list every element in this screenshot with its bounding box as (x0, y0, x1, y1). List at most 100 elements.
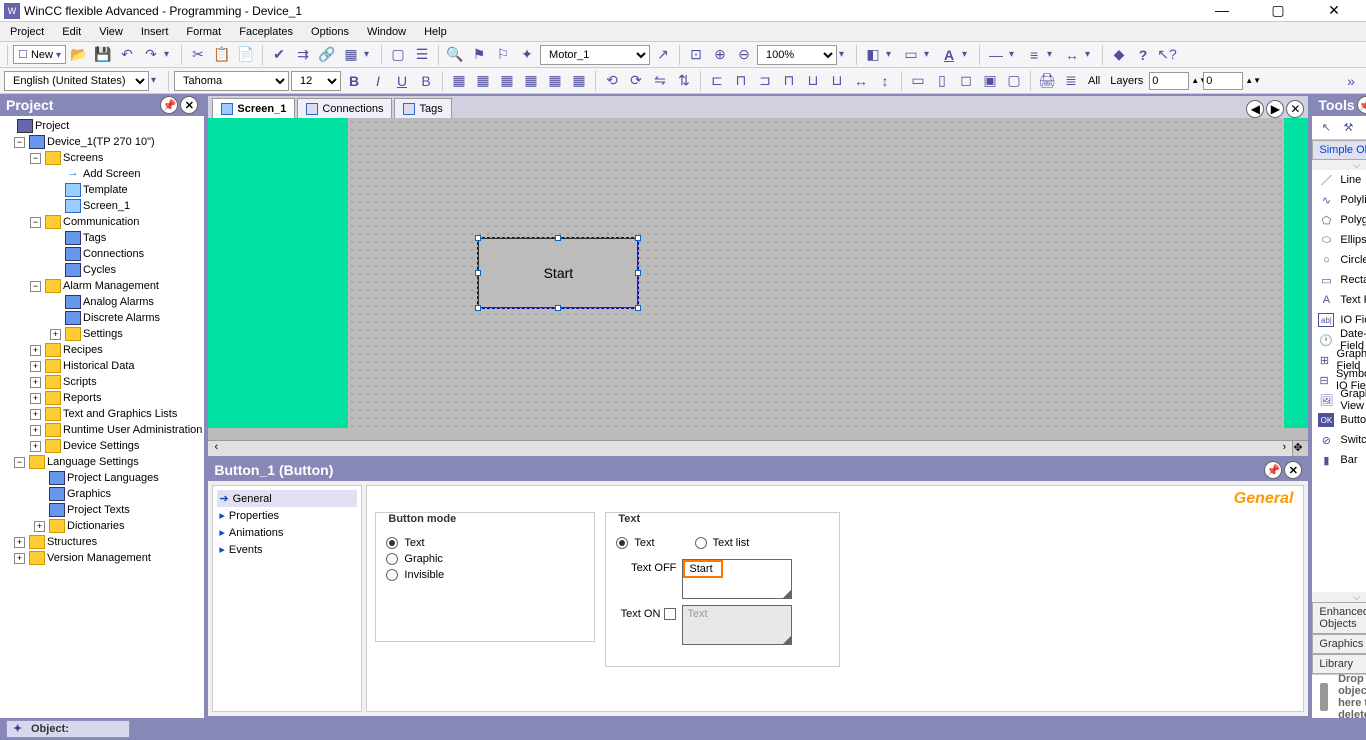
align-left-icon[interactable]: ▦ (448, 70, 470, 92)
fill-color-icon[interactable]: ◧ (862, 44, 884, 66)
tool-rectangle[interactable]: ▭Rectangle (1312, 270, 1366, 290)
zoom-in-icon[interactable]: ⊕ (709, 44, 731, 66)
line-color-icon[interactable]: ▭ (900, 44, 922, 66)
textlist-radio[interactable]: Text list (695, 537, 750, 549)
tree-proj-langs[interactable]: Project Languages (2, 470, 202, 486)
whats-this-icon[interactable]: ? (1132, 44, 1154, 66)
tree-discrete-alarms[interactable]: Discrete Alarms (2, 310, 202, 326)
zoom-dropdown[interactable]: ▾ (839, 49, 851, 60)
scroll-corner-icon[interactable]: ✥ (1292, 441, 1308, 456)
tab-prev-icon[interactable]: ◀ (1246, 100, 1264, 118)
font-combo[interactable]: Tahoma (174, 71, 289, 91)
transfer-icon[interactable]: ⇉ (292, 44, 314, 66)
resize-handle[interactable]: ⌵ (1312, 160, 1366, 170)
tree-communication[interactable]: −Communication (2, 214, 202, 230)
tool-ellipse[interactable]: ⬭Ellipse (1312, 230, 1366, 250)
tree-text-gfx[interactable]: +Text and Graphics Lists (2, 406, 202, 422)
text-radio[interactable]: Text (616, 537, 654, 549)
tool-graphic-io-field[interactable]: ⊞Graphic IO Field (1312, 350, 1366, 370)
tools-category-enhanced[interactable]: Enhanced Objects (1312, 602, 1366, 634)
canvas-grid[interactable]: Start (348, 118, 1284, 428)
tree-tags[interactable]: Tags (2, 230, 202, 246)
tree-template[interactable]: Template (2, 182, 202, 198)
tree-settings[interactable]: +Settings (2, 326, 202, 342)
align-middle-icon[interactable]: ▦ (544, 70, 566, 92)
tag-icon[interactable]: ⚐ (492, 44, 514, 66)
text-off-input[interactable] (683, 560, 723, 578)
menu-help[interactable]: Help (416, 24, 455, 40)
help-icon[interactable]: ◆ (1108, 44, 1130, 66)
layer-to[interactable] (1203, 72, 1243, 90)
tools-category-simple[interactable]: Simple Objects (1312, 140, 1366, 160)
pointer-icon[interactable]: ↖ (1318, 121, 1334, 135)
resize-handle-2[interactable]: ⌵ (1312, 592, 1366, 602)
panel-close-icon[interactable]: ✕ (180, 96, 198, 114)
layers-icon[interactable]: ≣ (1060, 70, 1082, 92)
find-icon[interactable]: 🔍 (444, 44, 466, 66)
tab-connections[interactable]: Connections (297, 98, 392, 118)
tree-proj-texts[interactable]: Project Texts (2, 502, 202, 518)
link-icon[interactable]: 🔗 (316, 44, 338, 66)
minimize-button[interactable]: — (1202, 2, 1242, 19)
same-height-icon[interactable]: ▯ (931, 70, 953, 92)
menu-edit[interactable]: Edit (54, 24, 89, 40)
menu-window[interactable]: Window (359, 24, 414, 40)
same-width-icon[interactable]: ▭ (907, 70, 929, 92)
context-help-icon[interactable]: ↖? (1156, 44, 1178, 66)
redo-icon[interactable]: ↷ (140, 44, 162, 66)
tree-root[interactable]: Project (2, 118, 202, 134)
align-top-icon[interactable]: ▦ (520, 70, 542, 92)
tool-polygon[interactable]: ⬠Polygon (1312, 210, 1366, 230)
tree-historical[interactable]: +Historical Data (2, 358, 202, 374)
undo-icon[interactable]: ↶ (116, 44, 138, 66)
tool-switch[interactable]: ⊘Switch (1312, 430, 1366, 450)
align-bottom-icon[interactable]: ▦ (568, 70, 590, 92)
stamp-icon[interactable]: ⚒ (1340, 121, 1356, 135)
object-combo[interactable]: Motor_1 (540, 45, 650, 65)
h-scrollbar[interactable]: ‹ › ✥ (208, 440, 1308, 456)
distribute-v-icon[interactable]: ↕ (874, 70, 896, 92)
tree-runtime-ua[interactable]: +Runtime User Administration (2, 422, 202, 438)
arrow-icon[interactable]: ↔ (1061, 44, 1083, 66)
tool-text-field[interactable]: AText Field (1312, 290, 1366, 310)
goto-icon[interactable]: ↗ (652, 44, 674, 66)
tool-io-field[interactable]: ab|IO Field (1312, 310, 1366, 330)
tree-dictionaries[interactable]: +Dictionaries (2, 518, 202, 534)
paste-icon[interactable]: 📄 (235, 44, 257, 66)
tool-symbolic-io-field[interactable]: ⊟Symbolic IO Field (1312, 370, 1366, 390)
size-combo[interactable]: 12 (291, 71, 341, 91)
strikethrough-icon[interactable]: B (415, 70, 437, 92)
delete-drop-area[interactable]: Drop any object here to delete it. (1312, 674, 1366, 718)
tree-device[interactable]: −Device_1(TP 270 10") (2, 134, 202, 150)
tree-version-mgmt[interactable]: +Version Management (2, 550, 202, 566)
flag-icon[interactable]: ⚑ (468, 44, 490, 66)
tree-recipes[interactable]: +Recipes (2, 342, 202, 358)
prop-pin-icon[interactable]: 📌 (1264, 461, 1282, 479)
rotate-right-icon[interactable]: ⟳ (625, 70, 647, 92)
tool-line[interactable]: ／Line (1312, 170, 1366, 190)
underline-icon[interactable]: U (391, 70, 413, 92)
prop-nav-properties[interactable]: ▸Properties (217, 507, 357, 524)
bookmark-icon[interactable]: ✦ (516, 44, 538, 66)
tools-category-graphics[interactable]: Graphics (1312, 634, 1366, 654)
zoom-window-icon[interactable]: ⊡ (685, 44, 707, 66)
distribute-h-icon[interactable]: ↔ (850, 70, 872, 92)
undo-dropdown[interactable]: ▾ (164, 49, 176, 60)
flip-v-icon[interactable]: ⇅ (673, 70, 695, 92)
zoom-combo[interactable]: 100% (757, 45, 837, 65)
tree-analog-alarms[interactable]: Analog Alarms (2, 294, 202, 310)
save-icon[interactable]: 💾 (92, 44, 114, 66)
tab-next-icon[interactable]: ▶ (1266, 100, 1284, 118)
menu-options[interactable]: Options (303, 24, 357, 40)
bold-icon[interactable]: B (343, 70, 365, 92)
open-icon[interactable]: 📂 (68, 44, 90, 66)
rotate-left-icon[interactable]: ⟲ (601, 70, 623, 92)
align-obj-left-icon[interactable]: ⊏ (706, 70, 728, 92)
tab-screen-1[interactable]: Screen_1 (212, 98, 295, 118)
tree-connections[interactable]: Connections (2, 246, 202, 262)
text-color-icon[interactable]: A (938, 44, 960, 66)
pin-icon[interactable]: 📌 (160, 96, 178, 114)
tree-scripts[interactable]: +Scripts (2, 374, 202, 390)
align-obj-bottom-icon[interactable]: ⊔ (826, 70, 848, 92)
prop-nav-events[interactable]: ▸Events (217, 541, 357, 558)
